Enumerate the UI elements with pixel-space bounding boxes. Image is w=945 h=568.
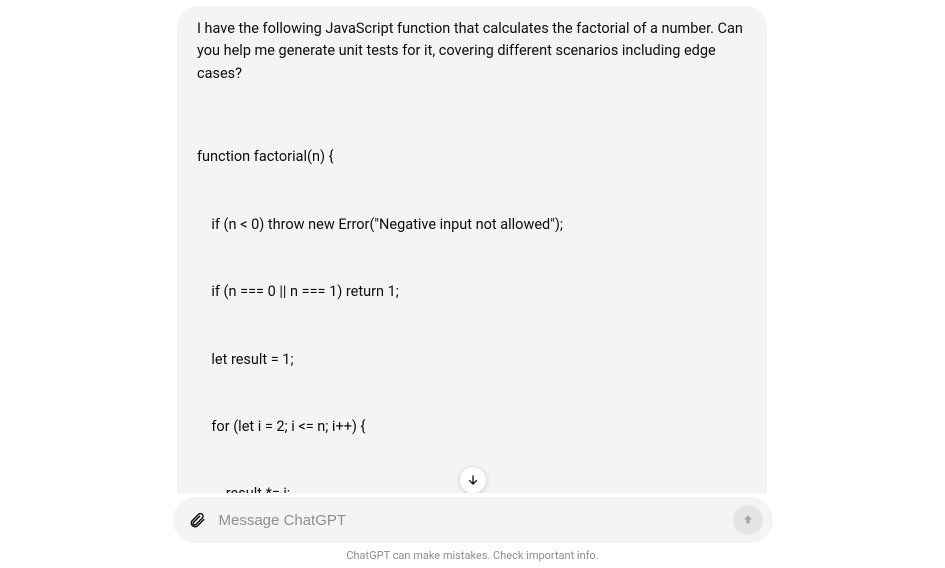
arrow-down-icon [466,473,480,487]
user-message-text: I have the following JavaScript function… [197,18,747,85]
attach-button[interactable] [187,510,207,530]
composer-area: ChatGPT can make mistakes. Check importa… [0,493,945,568]
footer-disclaimer: ChatGPT can make mistakes. Check importa… [0,549,945,562]
arrow-up-icon [741,513,755,527]
message-input[interactable] [219,512,721,529]
send-button[interactable] [733,505,763,535]
scroll-to-bottom-button[interactable] [459,466,487,494]
composer [173,497,773,543]
paperclip-icon [188,511,206,529]
